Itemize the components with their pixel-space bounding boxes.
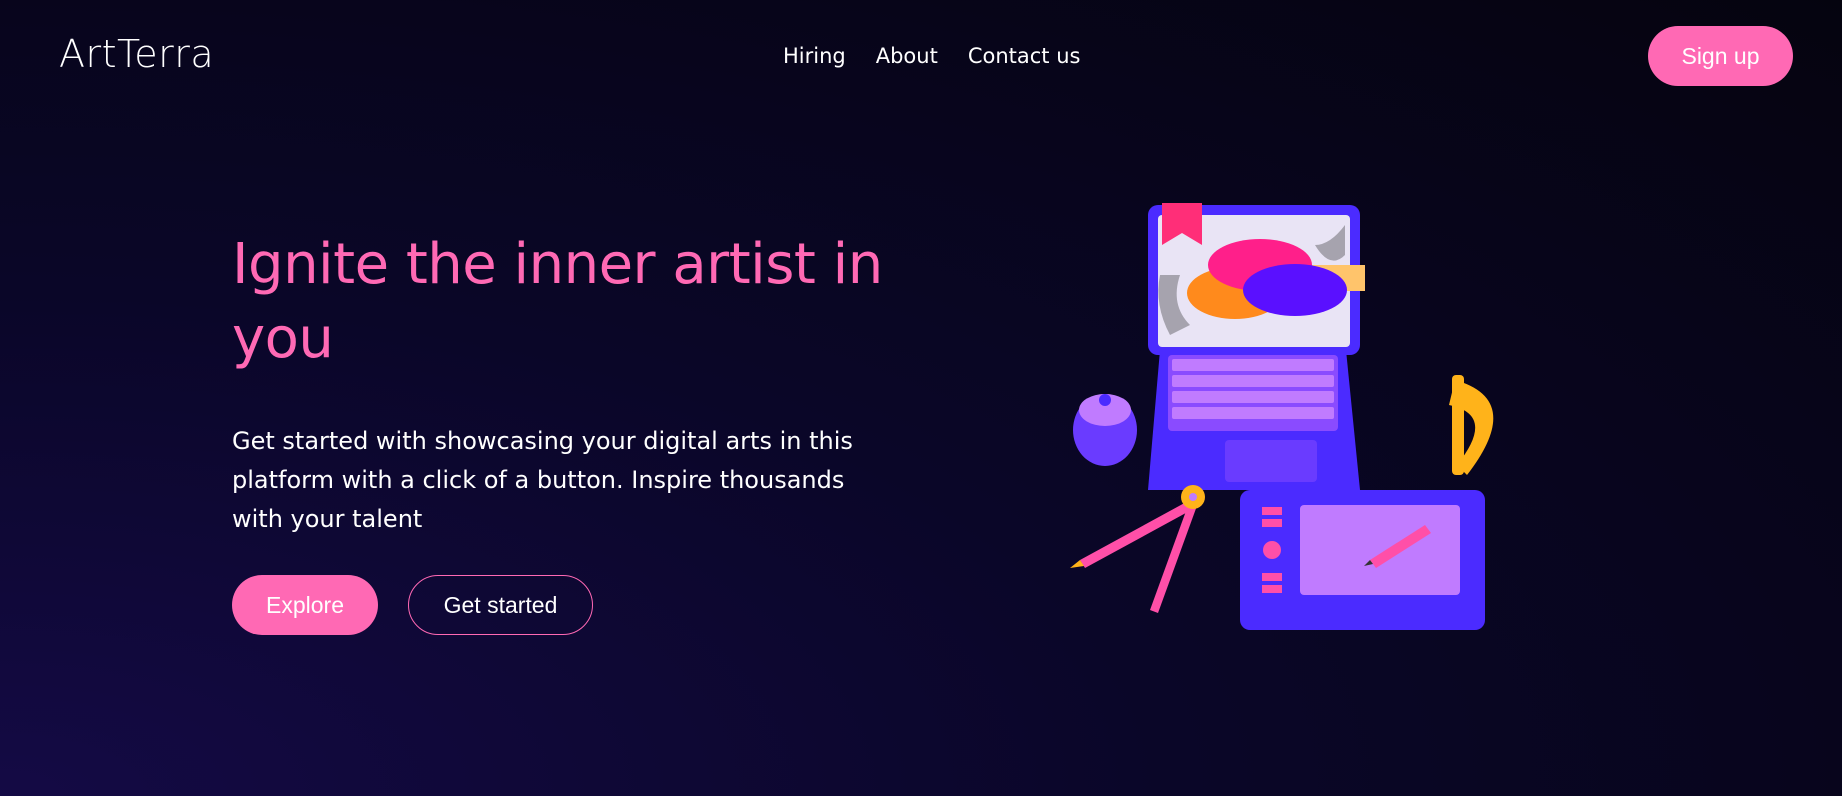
compass-icon bbox=[1070, 485, 1205, 613]
site-header: ArtTerra Hiring About Contact us Sign up bbox=[0, 0, 1842, 115]
hero-description: Get started with showcasing your digital… bbox=[232, 427, 853, 533]
explore-button[interactable]: Explore bbox=[232, 575, 378, 635]
art-workstation-illustration bbox=[1060, 195, 1540, 645]
nav-link-about[interactable]: About bbox=[876, 44, 938, 68]
hero-section: Ignite the inner artist in you Get start… bbox=[232, 228, 892, 539]
mouse-icon bbox=[1073, 394, 1137, 466]
laptop-icon bbox=[1148, 203, 1365, 490]
signup-button[interactable]: Sign up bbox=[1648, 26, 1793, 86]
protractor-icon bbox=[1449, 375, 1494, 475]
nav-link-contact[interactable]: Contact us bbox=[968, 44, 1081, 68]
illustration-svg bbox=[1070, 203, 1494, 630]
nav-link-hiring[interactable]: Hiring bbox=[783, 44, 846, 68]
hero-title: Ignite the inner artist in you bbox=[232, 232, 883, 371]
main-nav: Hiring About Contact us bbox=[783, 44, 1080, 68]
drawing-tablet-icon bbox=[1240, 490, 1485, 630]
cta-buttons: Explore Get started bbox=[232, 575, 593, 635]
get-started-button[interactable]: Get started bbox=[408, 575, 593, 635]
brand-logo[interactable]: ArtTerra bbox=[59, 32, 214, 76]
